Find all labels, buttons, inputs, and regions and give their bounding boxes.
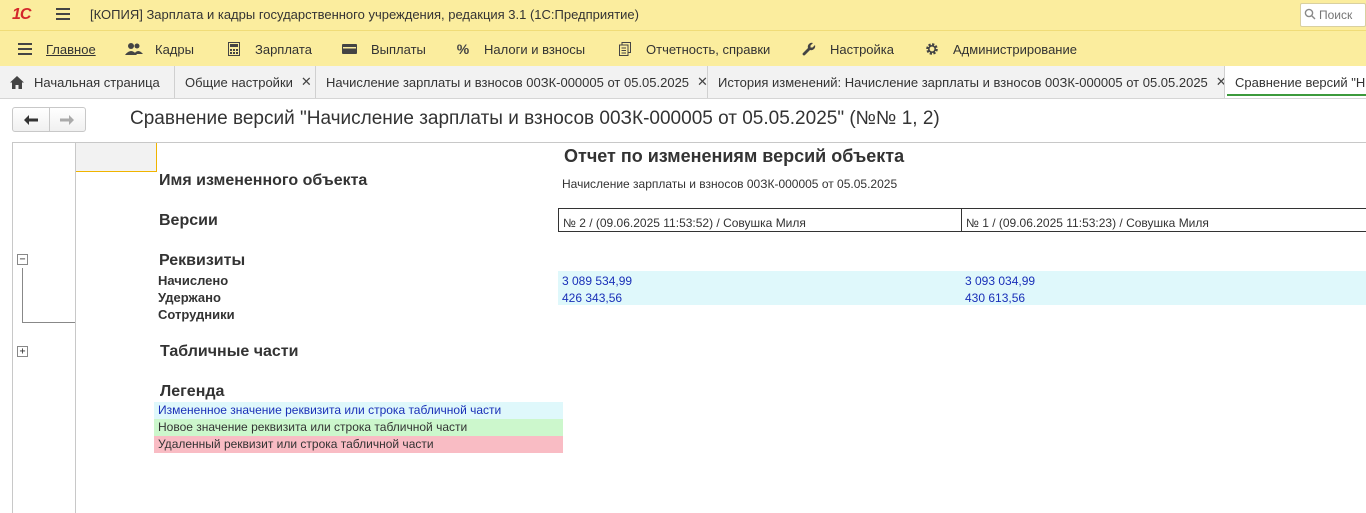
forward-button[interactable] bbox=[48, 108, 86, 131]
object-name-value: Начисление зарплаты и взносов 00ЗК-00000… bbox=[562, 177, 898, 191]
page-title: Сравнение версий "Начисление зарплаты и … bbox=[130, 108, 940, 129]
active-cell[interactable] bbox=[76, 143, 157, 172]
search-box[interactable] bbox=[1300, 3, 1366, 27]
legend-label: Легенда bbox=[160, 383, 225, 400]
open-windows-tabs: Начальная страница Общие настройки ✕ Нач… bbox=[0, 66, 1366, 99]
menu-item-label: Выплаты bbox=[371, 41, 426, 57]
home-icon bbox=[10, 75, 24, 89]
tab-label: Начальная страница bbox=[34, 74, 160, 90]
app-logo[interactable]: 1С bbox=[12, 6, 31, 24]
hamburger-icon bbox=[14, 41, 36, 57]
attributes-label: Реквизиты bbox=[159, 252, 246, 269]
close-icon[interactable]: ✕ bbox=[697, 74, 707, 90]
collapse-group-icon[interactable]: − bbox=[17, 254, 28, 265]
tab-label: История изменений: Начисление зарплаты и… bbox=[718, 74, 1208, 90]
attribute-name: Сотрудники bbox=[158, 307, 235, 322]
close-icon[interactable]: ✕ bbox=[1216, 74, 1224, 90]
tab-change-history[interactable]: История изменений: Начисление зарплаты и… bbox=[708, 66, 1225, 98]
menu-item-hr[interactable]: Кадры bbox=[123, 31, 194, 67]
tab-version-compare[interactable]: Сравнение версий "Н bbox=[1225, 66, 1366, 98]
active-tab-indicator bbox=[1227, 94, 1366, 96]
search-input[interactable] bbox=[1319, 8, 1363, 22]
menu-item-label: Главное bbox=[46, 41, 96, 57]
tabular-parts-label: Табличные части bbox=[160, 343, 299, 360]
versions-label: Версии bbox=[159, 212, 218, 229]
wrench-icon bbox=[798, 41, 820, 57]
group-bracket-line bbox=[22, 322, 75, 323]
attribute-name: Начислено bbox=[158, 273, 229, 288]
arrow-left-icon bbox=[23, 114, 38, 125]
menu-item-taxes[interactable]: % Налоги и взносы bbox=[452, 31, 585, 67]
history-navigation bbox=[12, 107, 86, 132]
expand-group-icon[interactable]: + bbox=[17, 346, 28, 357]
calculator-icon bbox=[223, 41, 245, 57]
legend-added: Новое значение реквизита или строка табл… bbox=[154, 419, 563, 436]
menu-item-label: Администрирование bbox=[953, 41, 1077, 57]
group-bracket-line bbox=[22, 268, 23, 323]
arrow-right-icon bbox=[60, 114, 75, 125]
tab-label: Сравнение версий "Н bbox=[1235, 74, 1366, 90]
menu-item-label: Кадры bbox=[155, 41, 194, 57]
window-title: [КОПИЯ] Зарплата и кадры государственног… bbox=[90, 7, 639, 22]
close-icon[interactable]: ✕ bbox=[301, 74, 312, 90]
changed-row-highlight bbox=[558, 288, 1366, 305]
percent-icon: % bbox=[456, 41, 470, 57]
attribute-value-v2: 3 089 534,99 bbox=[562, 274, 633, 288]
wallet-icon bbox=[339, 41, 361, 57]
tab-label: Начисление зарплаты и взносов 00ЗК-00000… bbox=[326, 74, 690, 90]
sections-menu: Главное Кадры Зарплата Выплаты % Налоги … bbox=[0, 30, 1366, 66]
menu-item-administration[interactable]: Администрирование bbox=[921, 31, 1077, 67]
report-document[interactable] bbox=[12, 142, 1366, 513]
menu-item-label: Настройка bbox=[830, 41, 894, 57]
menu-item-reports[interactable]: Отчетность, справки bbox=[614, 31, 770, 67]
menu-item-main[interactable]: Главное bbox=[14, 31, 96, 67]
menu-item-label: Зарплата bbox=[255, 41, 312, 57]
menu-item-salary[interactable]: Зарплата bbox=[223, 31, 312, 67]
version-2-header: № 2 / (09.06.2025 11:53:52) / Совушка Ми… bbox=[558, 208, 962, 232]
main-menu-icon[interactable] bbox=[56, 8, 70, 20]
documents-icon bbox=[614, 41, 636, 57]
report-title: Отчет по изменениям версий объекта bbox=[564, 146, 905, 166]
tab-general-settings[interactable]: Общие настройки ✕ bbox=[175, 66, 316, 98]
back-button[interactable] bbox=[13, 108, 49, 131]
legend-changed: Измененное значение реквизита или строка… bbox=[154, 402, 563, 419]
attribute-name: Удержано bbox=[158, 290, 221, 305]
attribute-value-v1: 430 613,56 bbox=[965, 291, 1026, 305]
tab-label: Общие настройки bbox=[185, 74, 293, 90]
version-1-header: № 1 / (09.06.2025 11:53:23) / Совушка Ми… bbox=[961, 208, 1366, 232]
menu-item-settings[interactable]: Настройка bbox=[798, 31, 894, 67]
attribute-value-v1: 3 093 034,99 bbox=[965, 274, 1036, 288]
object-name-label: Имя измененного объекта bbox=[159, 172, 368, 189]
gear-icon bbox=[921, 41, 943, 57]
changed-row-highlight bbox=[558, 271, 1366, 288]
menu-item-payments[interactable]: Выплаты bbox=[339, 31, 426, 67]
tab-home[interactable]: Начальная страница bbox=[0, 66, 175, 98]
legend-deleted: Удаленный реквизит или строка табличной … bbox=[154, 436, 563, 453]
title-bar: 1С [КОПИЯ] Зарплата и кадры государствен… bbox=[0, 0, 1366, 30]
tab-payroll-document[interactable]: Начисление зарплаты и взносов 00ЗК-00000… bbox=[316, 66, 708, 98]
menu-item-label: Отчетность, справки bbox=[646, 41, 771, 57]
grouping-gutter-divider bbox=[75, 142, 76, 513]
search-icon bbox=[1301, 8, 1319, 23]
attribute-value-v2: 426 343,56 bbox=[562, 291, 623, 305]
menu-item-label: Налоги и взносы bbox=[484, 41, 586, 57]
people-icon bbox=[123, 41, 145, 57]
